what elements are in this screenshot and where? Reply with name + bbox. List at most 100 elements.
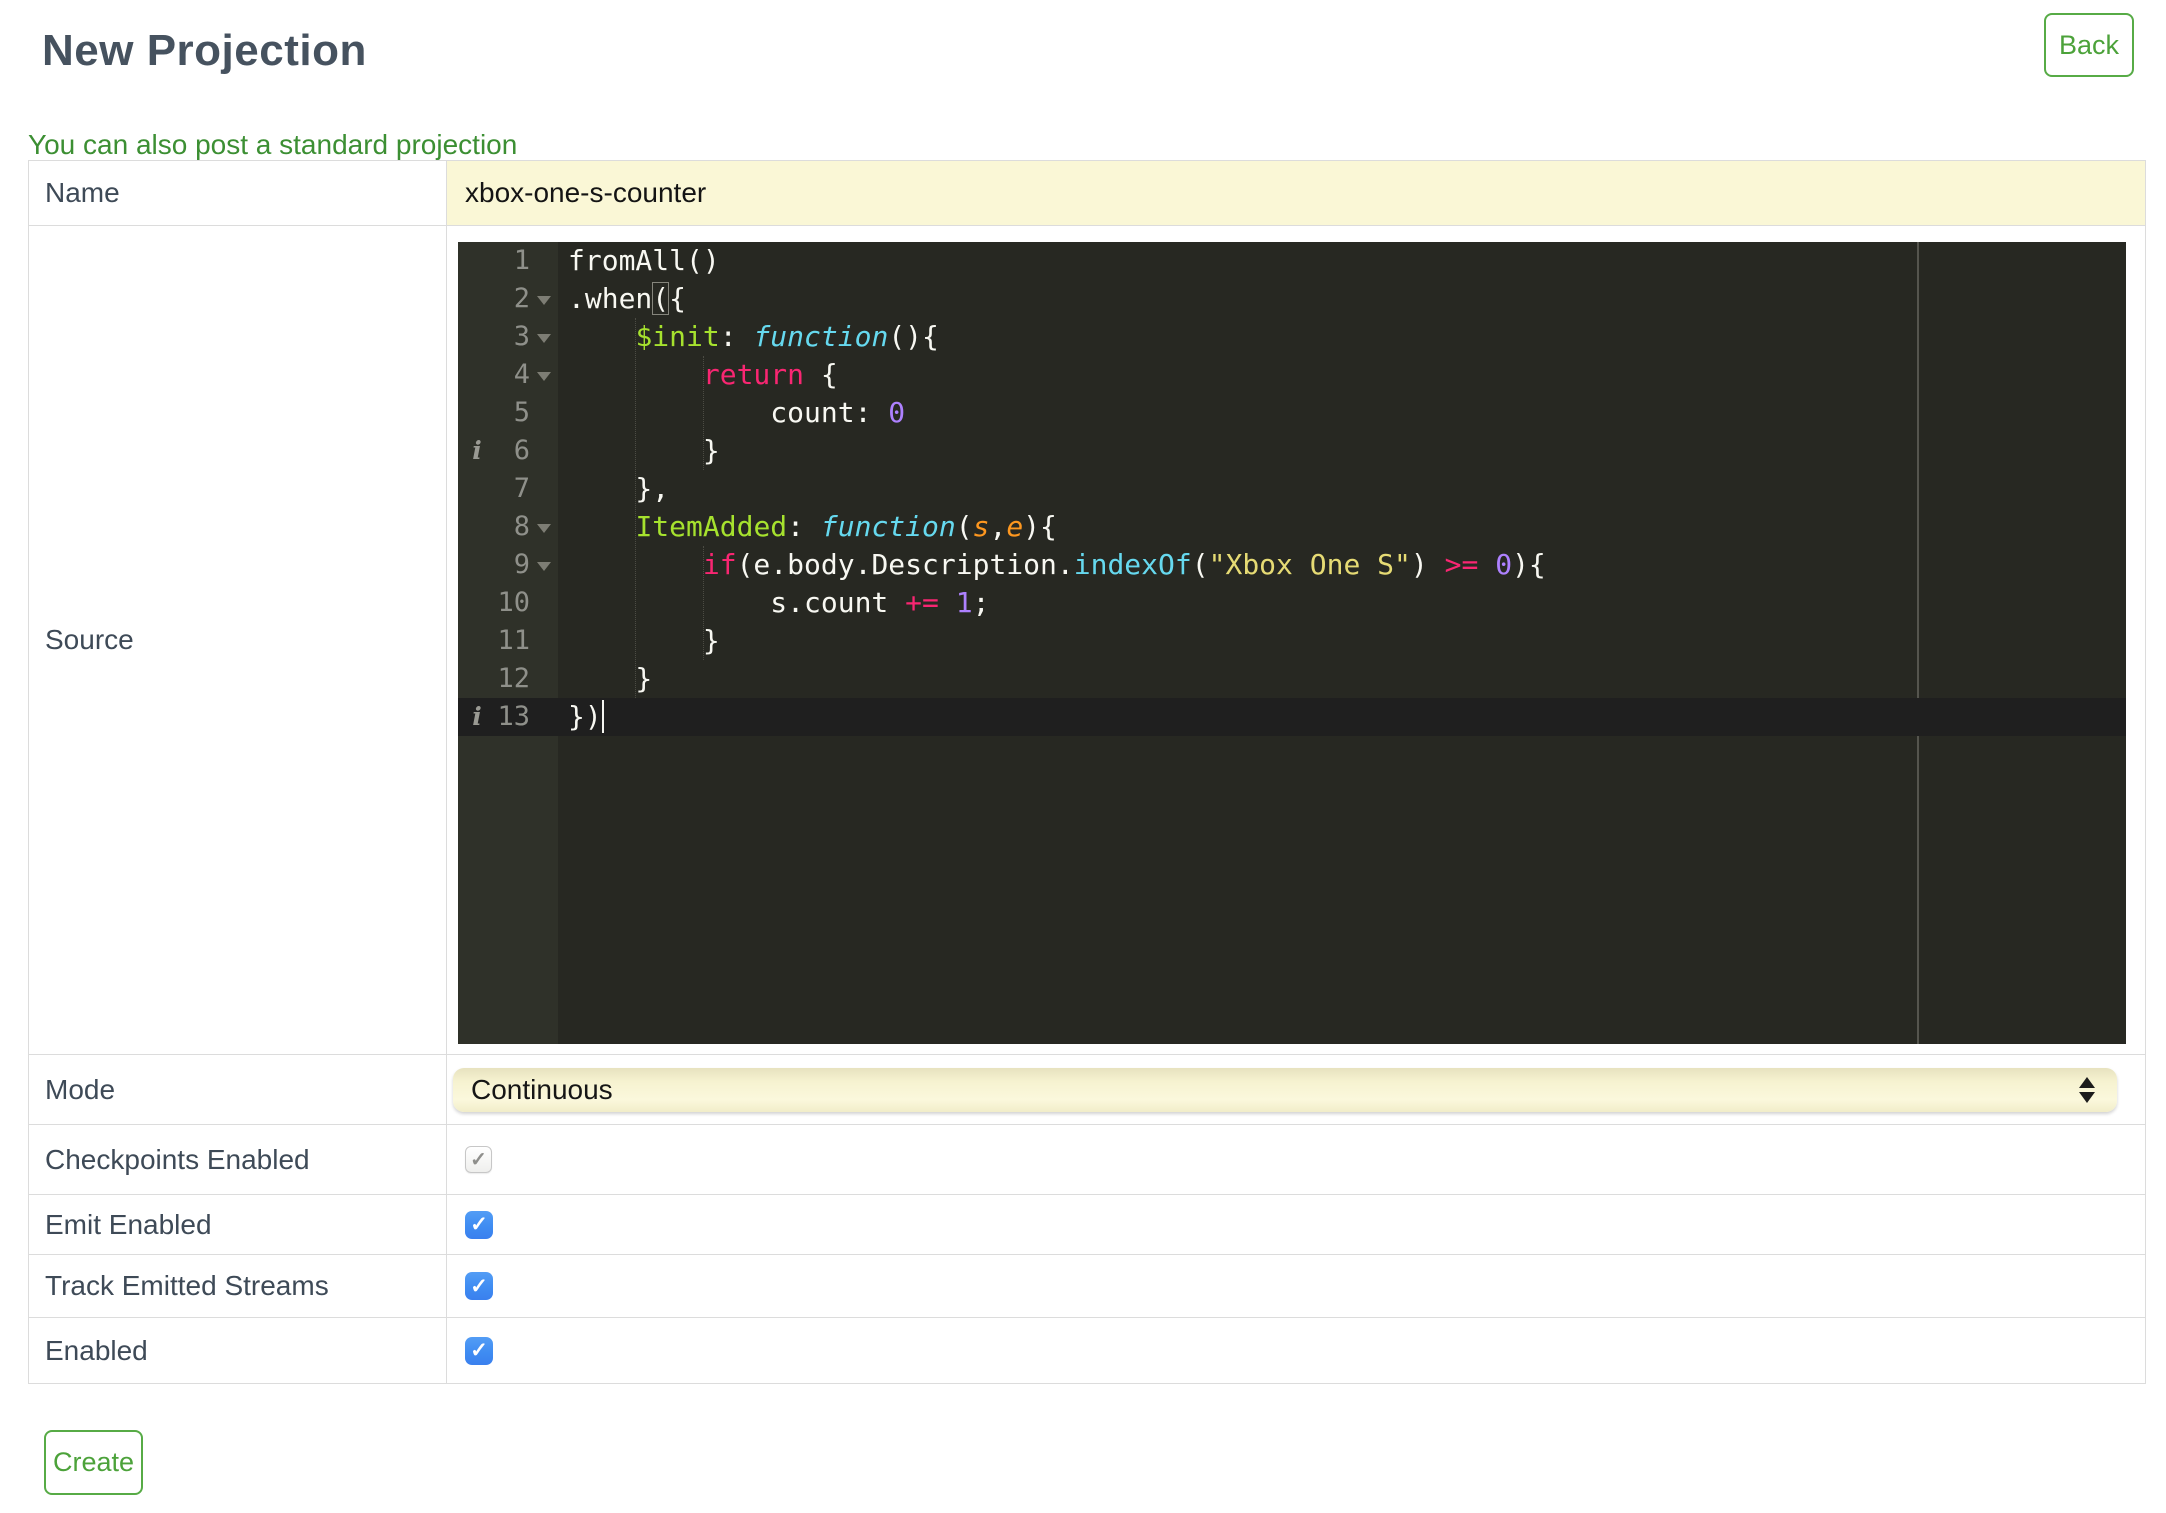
gutter-row: 2 — [458, 280, 558, 318]
code-token: 0 — [1495, 548, 1513, 581]
enabled-checkbox[interactable]: ✓ — [465, 1336, 493, 1365]
standard-projection-link[interactable]: You can also post a standard projection — [28, 130, 2166, 160]
code-line-11[interactable]: } — [568, 622, 2126, 660]
code-token: += — [905, 586, 939, 619]
code-token: (){ — [888, 320, 939, 353]
annotation-info-icon: i — [472, 436, 482, 465]
text-cursor — [601, 700, 604, 733]
code-token: }) — [568, 700, 602, 733]
code-token: function — [820, 510, 956, 543]
code-line-13[interactable]: }) — [568, 698, 2126, 736]
emit-row: Emit Enabled ✓ — [29, 1194, 2145, 1254]
fold-arrow-icon[interactable] — [530, 356, 558, 394]
code-token: } — [568, 624, 720, 657]
fold-arrow-icon[interactable] — [530, 508, 558, 546]
code-line-10[interactable]: s.count += 1; — [568, 584, 2126, 622]
code-line-8[interactable]: ItemAdded: function(s,e){ — [568, 508, 2126, 546]
source-code-editor[interactable]: 1 2 3 4 5 i 6 7 8 9 10 11 12 i 13 fromAll() .when({ $in… — [458, 242, 2126, 1044]
code-line-6[interactable]: } — [568, 432, 2126, 470]
mode-row: Mode Continuous — [29, 1054, 2145, 1124]
code-line-9[interactable]: if(e.body.Description.indexOf("Xbox One … — [568, 546, 2126, 584]
emit-enabled-checkbox[interactable]: ✓ — [465, 1210, 493, 1239]
code-token: function — [753, 320, 889, 353]
code-token: : — [787, 510, 821, 543]
code-token: } — [568, 662, 653, 695]
track-emitted-streams-checkbox[interactable]: ✓ — [465, 1272, 493, 1300]
line-number: 6 — [513, 435, 530, 466]
code-line-4[interactable]: return { — [568, 356, 2126, 394]
projection-form-table: Name xbox-one-s-counter Source 12345i678… — [28, 160, 2146, 1384]
code-line-12[interactable]: } — [568, 660, 2126, 698]
checkmark-icon: ✓ — [470, 1213, 488, 1236]
line-number: 10 — [497, 587, 530, 618]
gutter-row: i6 — [458, 432, 558, 470]
code-token: s — [972, 510, 990, 543]
track-emitted-streams-label: Track Emitted Streams — [29, 1255, 447, 1317]
gutter-row: 1 — [458, 242, 558, 280]
line-number: 1 — [513, 245, 530, 276]
code-line-2[interactable]: .when({ — [568, 280, 2126, 318]
fold-arrow-icon[interactable] — [530, 546, 558, 584]
code-token: ; — [972, 586, 990, 619]
mode-select[interactable]: Continuous — [453, 1067, 2117, 1112]
code-token: ( — [1191, 548, 1209, 581]
page-title: New Projection — [42, 26, 367, 75]
mode-label: Mode — [29, 1055, 447, 1124]
fold-arrow-icon[interactable] — [530, 318, 558, 356]
code-token: } — [568, 434, 720, 467]
enabled-row: Enabled ✓ — [29, 1317, 2145, 1383]
back-button[interactable]: Back — [2044, 13, 2134, 77]
code-token: >= — [1444, 548, 1479, 581]
gutter-row: 10 — [458, 584, 558, 622]
code-line-1[interactable]: fromAll() — [568, 242, 2126, 280]
gutter-row: 7 — [458, 470, 558, 508]
editor-code-lines[interactable]: fromAll() .when({ $init: function(){ retu… — [558, 242, 2126, 1044]
fold-arrow-icon[interactable] — [530, 280, 558, 318]
line-number: 11 — [497, 625, 530, 656]
code-token: "Xbox One S" — [1208, 548, 1411, 581]
code-token: fromAll() — [568, 244, 720, 277]
line-number: 5 — [513, 397, 530, 428]
gutter-row: 3 — [458, 318, 558, 356]
checkpoints-row: Checkpoints Enabled ✓ — [29, 1124, 2145, 1194]
code-token: indexOf — [1073, 548, 1192, 581]
line-number: 4 — [513, 359, 530, 390]
code-token: return — [702, 358, 805, 391]
line-number: 8 — [513, 511, 530, 542]
annotation-info-icon: i — [472, 702, 482, 731]
code-token: ItemAdded — [635, 510, 788, 543]
code-token: ( — [955, 510, 973, 543]
source-label: Source — [29, 226, 447, 1054]
gutter-row: 8 — [458, 508, 558, 546]
line-number: 9 — [513, 549, 530, 580]
name-label: Name — [29, 161, 447, 225]
checkpoints-enabled-checkbox: ✓ — [465, 1146, 492, 1173]
track-row: Track Emitted Streams ✓ — [29, 1254, 2145, 1317]
code-line-7[interactable]: }, — [568, 470, 2126, 508]
checkmark-icon: ✓ — [470, 1274, 488, 1298]
line-number: 12 — [497, 663, 530, 694]
create-button[interactable]: Create — [44, 1430, 143, 1495]
gutter-row: 4 — [458, 356, 558, 394]
code-token: ){ — [1512, 548, 1546, 581]
line-number: 13 — [497, 701, 530, 732]
code-line-5[interactable]: count: 0 — [568, 394, 2126, 432]
enabled-label: Enabled — [29, 1318, 447, 1383]
code-line-3[interactable]: $init: function(){ — [568, 318, 2126, 356]
gutter-row: 11 — [458, 622, 558, 660]
checkpoints-label: Checkpoints Enabled — [29, 1125, 447, 1194]
name-row: Name xbox-one-s-counter — [29, 161, 2145, 225]
name-input[interactable]: xbox-one-s-counter — [447, 161, 2145, 225]
line-number: 3 — [513, 321, 530, 352]
code-token: e — [1006, 510, 1024, 543]
code-token: if — [702, 548, 737, 581]
